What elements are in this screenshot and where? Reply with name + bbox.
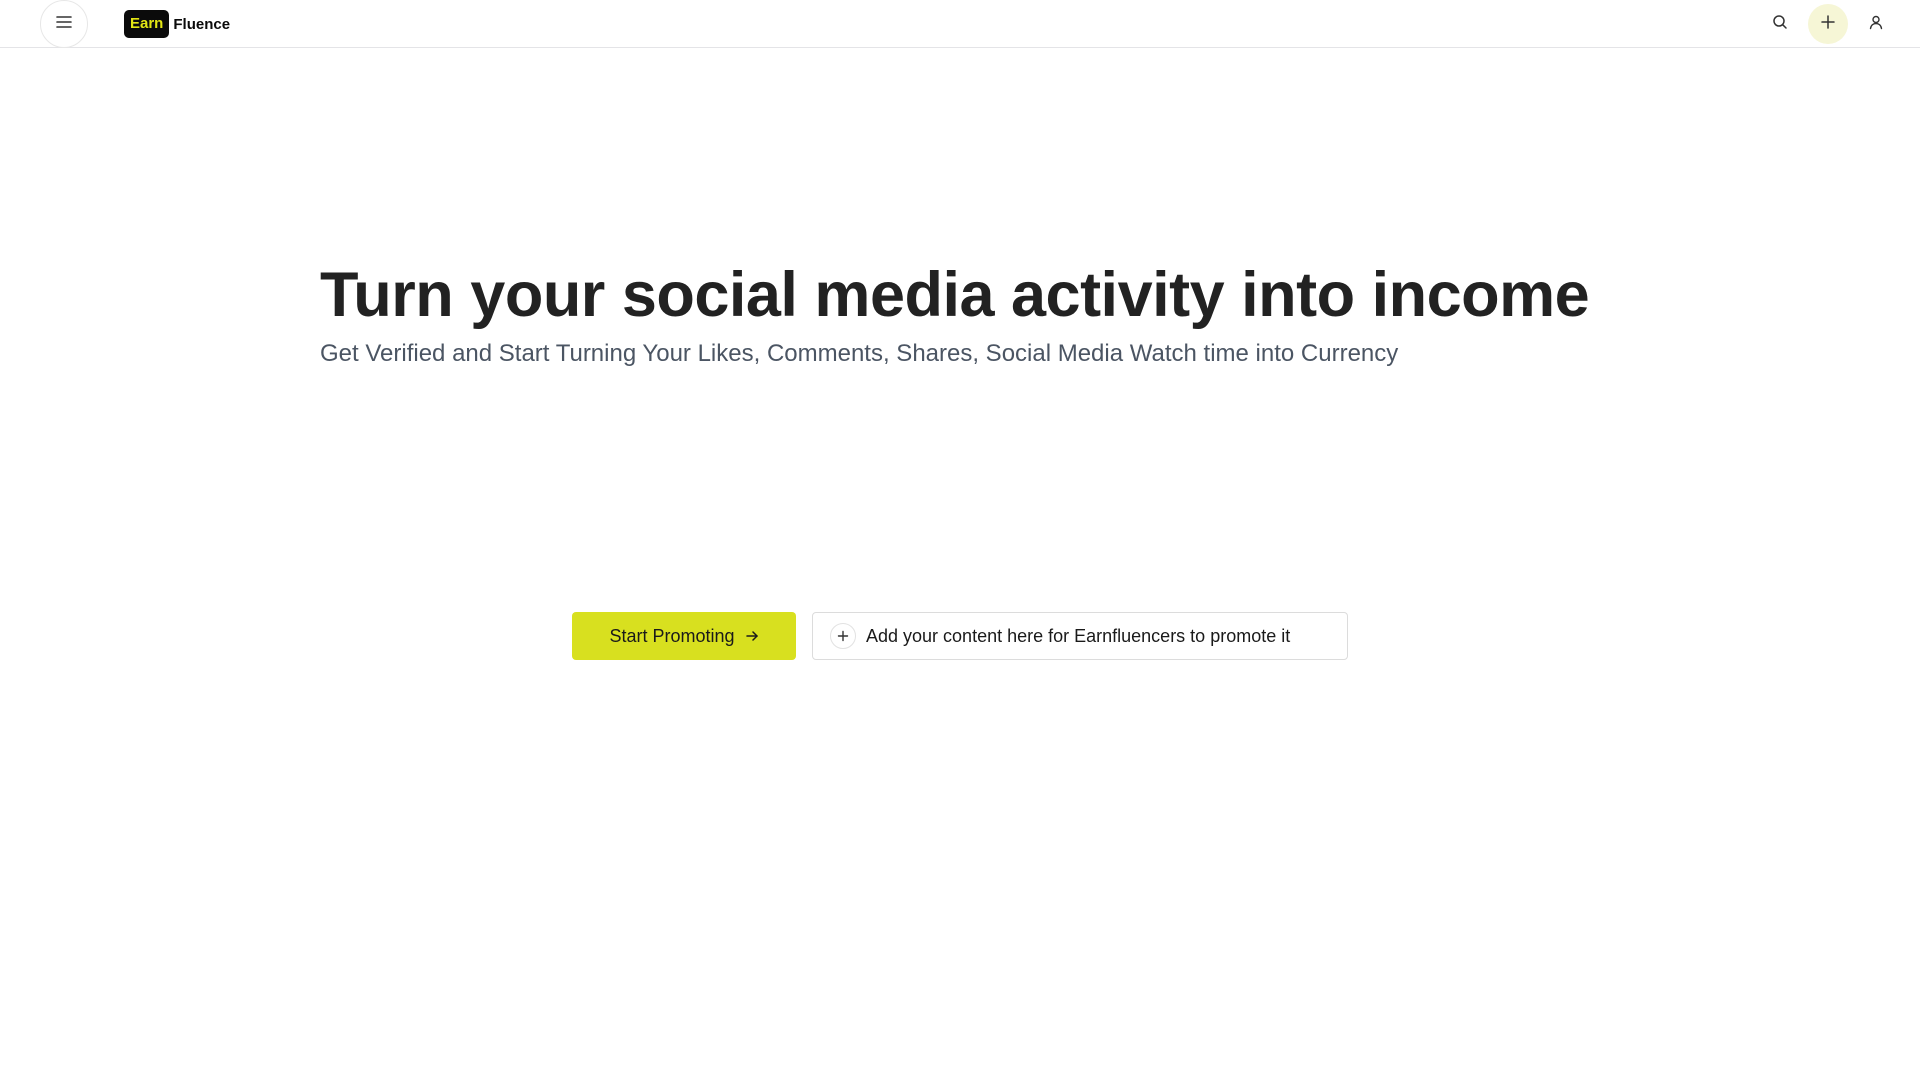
- logo-badge: Earn: [124, 10, 170, 38]
- user-account-button[interactable]: [1856, 4, 1896, 44]
- hero-title: Turn your social media activity into inc…: [320, 260, 1590, 330]
- hamburger-menu-icon: [55, 13, 73, 36]
- start-promoting-label: Start Promoting: [609, 625, 735, 646]
- add-button[interactable]: [1808, 4, 1848, 44]
- plus-icon: [830, 623, 856, 649]
- logo[interactable]: Earn Fluence: [124, 10, 230, 38]
- menu-button[interactable]: [40, 0, 88, 48]
- plus-icon: [1820, 14, 1836, 35]
- hero-section: Turn your social media activity into inc…: [320, 258, 1620, 370]
- logo-text: Fluence: [173, 15, 231, 33]
- add-content-label: Add your content here for Earnfluencers …: [866, 625, 1291, 646]
- hero-subtitle: Get Verified and Start Turning Your Like…: [320, 340, 1399, 367]
- search-icon: [1772, 14, 1788, 35]
- arrow-right-icon: [745, 629, 759, 643]
- start-promoting-button[interactable]: Start Promoting: [572, 612, 796, 660]
- user-icon: [1868, 14, 1884, 35]
- search-button[interactable]: [1760, 4, 1800, 44]
- top-navbar: Earn Fluence: [0, 0, 1920, 48]
- add-content-button[interactable]: Add your content here for Earnfluencers …: [812, 612, 1348, 660]
